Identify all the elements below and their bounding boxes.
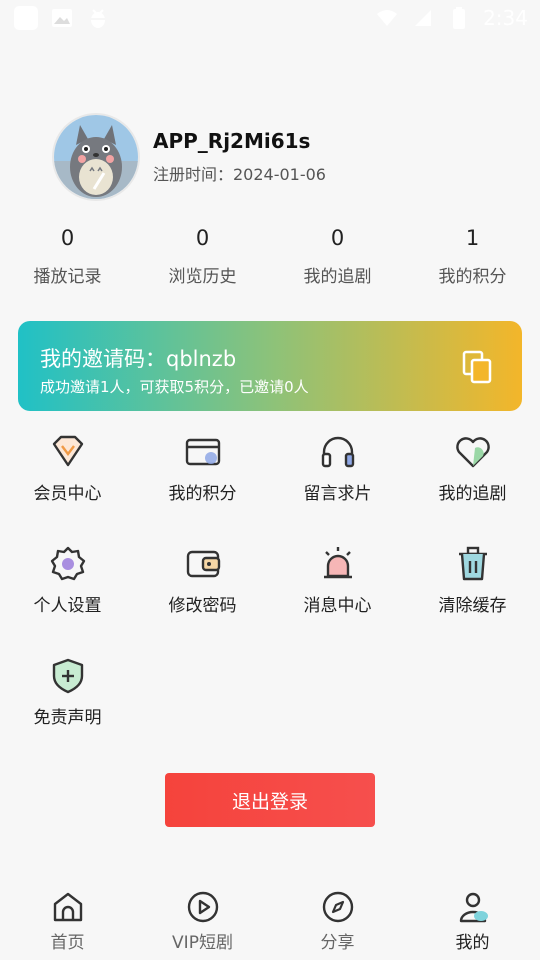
stat-label: 播放记录 bbox=[33, 267, 102, 287]
tab-label: 我的 bbox=[455, 933, 490, 953]
invite-code-title: 我的邀请码：qblnzb bbox=[40, 347, 237, 371]
logout-button[interactable]: 退出登录 bbox=[165, 773, 375, 827]
status-bar: 2:34 bbox=[0, 0, 540, 36]
play-icon bbox=[187, 891, 218, 923]
avatar[interactable] bbox=[52, 113, 140, 201]
grid-label: 留言求片 bbox=[303, 484, 372, 504]
copy-icon[interactable] bbox=[462, 350, 492, 384]
grid-label: 修改密码 bbox=[168, 596, 237, 616]
gear-icon bbox=[48, 544, 88, 584]
grid-label: 个人设置 bbox=[33, 596, 102, 616]
stat-value: 0 bbox=[195, 226, 210, 250]
profile-header[interactable]: APP_Rj2Mi61s 注册时间：2024-01-06 bbox=[52, 113, 326, 201]
image-icon bbox=[50, 6, 74, 30]
stat-label: 我的追剧 bbox=[303, 267, 372, 287]
stat-value: 1 bbox=[465, 226, 480, 250]
tab-share[interactable]: 分享 bbox=[270, 885, 405, 960]
user-icon bbox=[459, 892, 488, 923]
bug-icon bbox=[86, 6, 110, 30]
stat-my-points[interactable]: 1 我的积分 bbox=[405, 226, 540, 287]
shield-icon bbox=[48, 656, 88, 696]
tab-home[interactable]: 首页 bbox=[0, 885, 135, 960]
vip-diamond-icon bbox=[48, 432, 88, 472]
grid-item-my-follows[interactable]: 我的追剧 bbox=[405, 432, 540, 544]
tab-label: 首页 bbox=[50, 933, 85, 953]
stat-browse-history[interactable]: 0 浏览历史 bbox=[135, 226, 270, 287]
grid-item-change-password[interactable]: 修改密码 bbox=[135, 544, 270, 656]
stat-play-history[interactable]: 0 播放记录 bbox=[0, 226, 135, 287]
grid-label: 清除缓存 bbox=[438, 596, 507, 616]
grid-item-request-movie[interactable]: 留言求片 bbox=[270, 432, 405, 544]
grid-item-clear-cache[interactable]: 清除缓存 bbox=[405, 544, 540, 656]
stats-row: 0 播放记录 0 浏览历史 0 我的追剧 1 我的积分 bbox=[0, 226, 540, 287]
grid-label: 消息中心 bbox=[303, 596, 372, 616]
stat-value: 0 bbox=[60, 226, 75, 250]
wallet-icon bbox=[183, 544, 223, 584]
stat-label: 我的积分 bbox=[438, 267, 507, 287]
grid-label: 我的积分 bbox=[168, 484, 237, 504]
username: APP_Rj2Mi61s bbox=[153, 129, 311, 153]
headphones-icon bbox=[318, 432, 358, 472]
card-icon bbox=[183, 432, 223, 472]
grid-item-settings[interactable]: 个人设置 bbox=[0, 544, 135, 656]
tab-mine[interactable]: 我的 bbox=[405, 885, 540, 960]
status-time: 2:34 bbox=[483, 6, 528, 30]
invite-card: 我的邀请码：qblnzb 成功邀请1人，可获取5积分，已邀请0人 bbox=[18, 321, 522, 411]
stat-label: 浏览历史 bbox=[168, 267, 237, 287]
grid-label: 我的追剧 bbox=[438, 484, 507, 504]
notification-app-icon bbox=[14, 6, 38, 30]
tab-label: VIP短剧 bbox=[172, 933, 233, 953]
tab-label: 分享 bbox=[320, 933, 355, 953]
function-grid: 会员中心 我的积分 留言求片 我的追剧 个人设置 修改密码 消息中心 清除缓存 … bbox=[0, 432, 540, 768]
home-icon bbox=[53, 892, 82, 922]
stat-my-follows[interactable]: 0 我的追剧 bbox=[270, 226, 405, 287]
alarm-icon bbox=[318, 544, 358, 584]
invite-subtitle: 成功邀请1人，可获取5积分，已邀请0人 bbox=[40, 378, 309, 396]
grid-item-message-center[interactable]: 消息中心 bbox=[270, 544, 405, 656]
trash-icon bbox=[453, 544, 493, 584]
grid-label: 会员中心 bbox=[33, 484, 102, 504]
tab-vip-short-drama[interactable]: VIP短剧 bbox=[135, 885, 270, 960]
heart-icon bbox=[453, 432, 493, 472]
register-date: 注册时间：2024-01-06 bbox=[153, 165, 326, 184]
battery-icon bbox=[447, 6, 471, 30]
grid-item-disclaimer[interactable]: 免责声明 bbox=[0, 656, 135, 768]
wifi-icon bbox=[375, 6, 399, 30]
grid-label: 免责声明 bbox=[33, 708, 102, 728]
bottom-tab-bar: 首页 VIP短剧 分享 我的 bbox=[0, 885, 540, 960]
stat-value: 0 bbox=[330, 226, 345, 250]
grid-item-my-points[interactable]: 我的积分 bbox=[135, 432, 270, 544]
compass-icon bbox=[322, 891, 353, 923]
signal-icon bbox=[411, 6, 435, 30]
grid-item-vip-center[interactable]: 会员中心 bbox=[0, 432, 135, 544]
